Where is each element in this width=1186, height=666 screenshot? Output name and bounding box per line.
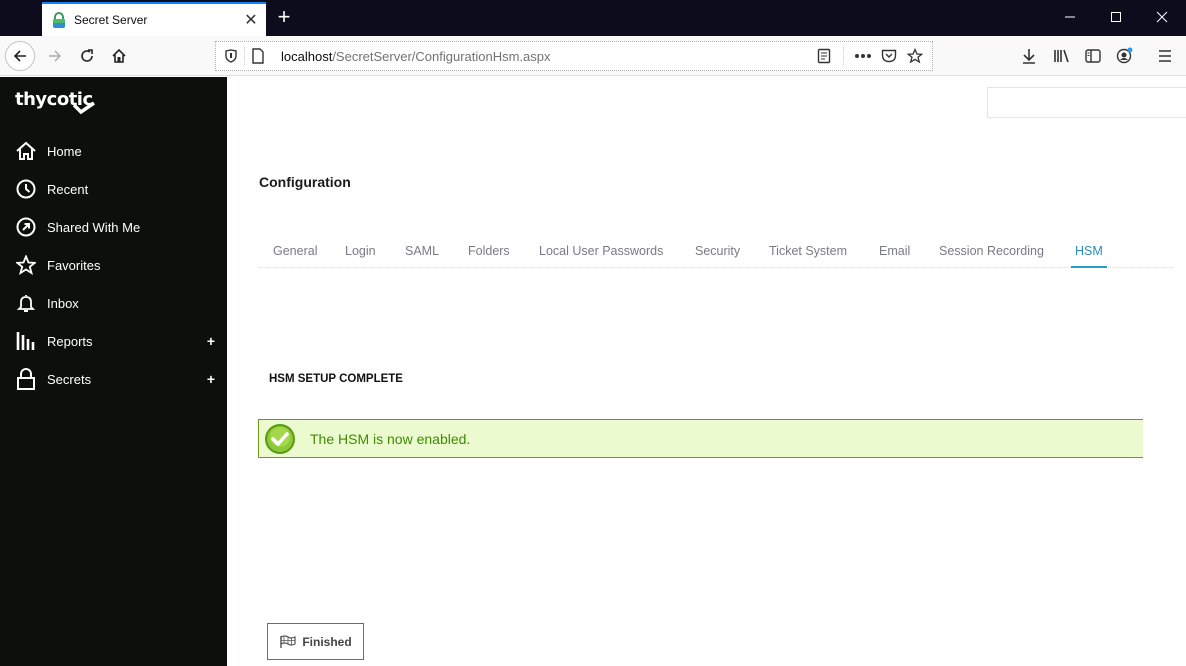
new-tab-icon[interactable]: + bbox=[273, 6, 295, 30]
browser-navbar: localhost/SecretServer/ConfigurationHsm.… bbox=[0, 36, 1186, 76]
home-icon bbox=[15, 140, 37, 162]
tab-folders[interactable]: Folders bbox=[468, 244, 510, 258]
sidebar-item-label: Inbox bbox=[47, 295, 79, 311]
sidebar-item-label: Favorites bbox=[47, 257, 101, 273]
share-icon bbox=[15, 216, 37, 238]
maximize-icon[interactable] bbox=[1101, 6, 1131, 30]
page-icon[interactable] bbox=[245, 43, 271, 69]
bookmark-star-icon[interactable] bbox=[902, 43, 928, 69]
browser-tab[interactable]: Secret Server ✕ bbox=[42, 2, 266, 36]
tab-title: Secret Server bbox=[74, 13, 148, 27]
expand-secrets-icon[interactable]: + bbox=[207, 371, 215, 387]
sidebar-item-shared-with-me[interactable]: Shared With Me bbox=[0, 209, 227, 245]
sidebar: thycotic Home Recent Shared With Me Favo… bbox=[0, 77, 227, 666]
url-path: /SecretServer/ConfigurationHsm.aspx bbox=[332, 48, 551, 64]
sidebar-item-label: Recent bbox=[47, 181, 89, 197]
url-bar[interactable]: localhost/SecretServer/ConfigurationHsm.… bbox=[215, 41, 933, 71]
account-button[interactable] bbox=[1110, 41, 1140, 71]
reload-button[interactable] bbox=[72, 41, 102, 71]
library-button[interactable] bbox=[1047, 41, 1077, 71]
url-divider bbox=[843, 47, 844, 65]
close-window-icon[interactable] bbox=[1147, 6, 1177, 30]
sidebar-item-label: Home bbox=[47, 143, 82, 159]
home-icon bbox=[112, 48, 126, 63]
lock-icon bbox=[15, 368, 37, 390]
sidebar-toggle-icon bbox=[1085, 49, 1101, 63]
search-input[interactable] bbox=[987, 87, 1186, 118]
sidebar-item-secrets[interactable]: Secrets + bbox=[0, 361, 227, 397]
finished-button-label: Finished bbox=[302, 634, 352, 649]
page-title: Configuration bbox=[259, 174, 351, 190]
url-text[interactable]: localhost/SecretServer/ConfigurationHsm.… bbox=[281, 49, 551, 64]
tab-session-recording[interactable]: Session Recording bbox=[939, 244, 1044, 258]
config-tabs: General Login SAML Folders Local User Pa… bbox=[259, 237, 1173, 268]
hamburger-menu-icon bbox=[1159, 50, 1171, 62]
alert-message: The HSM is now enabled. bbox=[310, 430, 471, 447]
expand-reports-icon[interactable]: + bbox=[207, 333, 215, 349]
tab-local-user-passwords[interactable]: Local User Passwords bbox=[539, 244, 663, 258]
sidebar-item-home[interactable]: Home bbox=[0, 133, 227, 169]
download-icon bbox=[1023, 49, 1035, 64]
reader-view-icon[interactable] bbox=[811, 43, 837, 69]
account-icon bbox=[1116, 47, 1133, 64]
tab-saml[interactable]: SAML bbox=[405, 244, 439, 258]
reload-icon bbox=[81, 49, 93, 62]
minimize-icon[interactable] bbox=[1055, 6, 1085, 30]
tab-close-icon[interactable]: ✕ bbox=[236, 10, 266, 30]
browser-titlebar: Secret Server ✕ + bbox=[0, 0, 1186, 36]
arrow-right-icon bbox=[49, 50, 61, 62]
bell-icon bbox=[15, 292, 37, 314]
sidebar-toggle-button[interactable] bbox=[1078, 41, 1108, 71]
home-button[interactable] bbox=[104, 41, 134, 71]
finished-button[interactable]: Finished bbox=[267, 623, 364, 660]
sidebar-item-recent[interactable]: Recent bbox=[0, 171, 227, 207]
tab-security[interactable]: Security bbox=[695, 244, 740, 258]
sidebar-item-label: Reports bbox=[47, 333, 93, 349]
more-actions-icon[interactable] bbox=[850, 43, 876, 69]
clock-icon bbox=[15, 178, 37, 200]
sidebar-item-label: Secrets bbox=[47, 371, 92, 387]
pocket-icon[interactable] bbox=[876, 43, 902, 69]
back-button[interactable] bbox=[5, 41, 35, 71]
checkered-flag-icon bbox=[280, 634, 296, 648]
arrow-left-icon bbox=[13, 50, 26, 62]
sidebar-item-reports[interactable]: Reports + bbox=[0, 323, 227, 359]
url-host: localhost bbox=[281, 48, 333, 64]
menu-button[interactable] bbox=[1150, 41, 1180, 71]
success-alert: The HSM is now enabled. bbox=[258, 419, 1143, 458]
bar-chart-icon bbox=[15, 330, 37, 352]
shield-icon[interactable] bbox=[218, 43, 244, 69]
tab-email[interactable]: Email bbox=[879, 244, 910, 258]
library-icon bbox=[1054, 49, 1069, 63]
main-content: Configuration General Login SAML Folders… bbox=[227, 77, 1186, 666]
sidebar-item-inbox[interactable]: Inbox bbox=[0, 285, 227, 321]
tab-login[interactable]: Login bbox=[345, 244, 376, 258]
downloads-button[interactable] bbox=[1014, 41, 1044, 71]
star-icon bbox=[15, 254, 37, 276]
logo-check-icon bbox=[72, 101, 95, 115]
tab-hsm[interactable]: HSM bbox=[1071, 244, 1107, 268]
section-title: HSM SETUP COMPLETE bbox=[269, 373, 403, 385]
lock-favicon-icon bbox=[53, 12, 65, 28]
tab-ticket-system[interactable]: Ticket System bbox=[769, 244, 847, 258]
check-circle-icon bbox=[265, 423, 295, 454]
sidebar-item-favorites[interactable]: Favorites bbox=[0, 247, 227, 283]
tab-general[interactable]: General bbox=[273, 244, 317, 258]
forward-button[interactable] bbox=[40, 41, 70, 71]
sidebar-item-label: Shared With Me bbox=[47, 219, 141, 235]
